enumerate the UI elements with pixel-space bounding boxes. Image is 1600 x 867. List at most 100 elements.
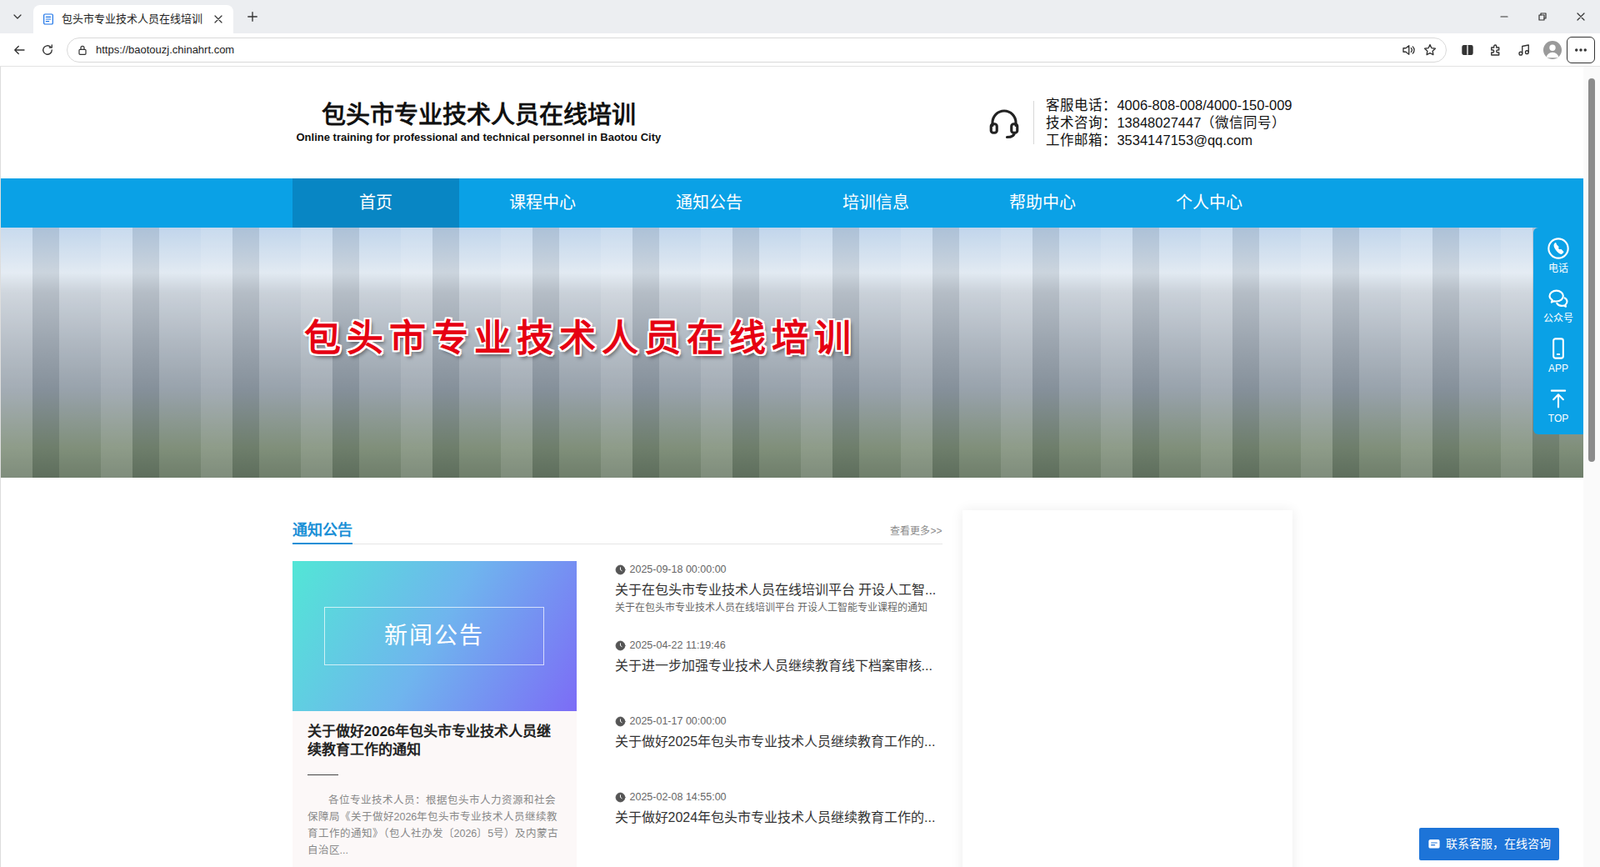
banner-caption: 包头市专业技术人员在线培训 bbox=[292, 227, 1293, 366]
chat-button[interactable]: 联系客服，在线咨询 bbox=[1419, 827, 1560, 860]
reload-icon bbox=[40, 42, 55, 58]
contact-divider bbox=[1033, 100, 1035, 145]
web-page: 包头市专业技术人员在线培训 Online training for profess… bbox=[0, 66, 1584, 867]
profile-button[interactable] bbox=[1538, 36, 1567, 64]
main-nav-items: 首页课程中心通知公告培训信息帮助中心个人中心 bbox=[292, 178, 1293, 228]
notices-section: 通知公告 查看更多>> 新闻公告关于做好2026年包头市专业技术人员继续教育工作的通… bbox=[292, 510, 943, 867]
back-arrow-icon bbox=[11, 42, 27, 58]
tab-title: 包头市专业技术人员在线培训 bbox=[61, 10, 205, 28]
profile-avatar-icon[interactable] bbox=[1543, 40, 1562, 60]
notice-title[interactable]: 关于做好2024年包头市专业技术人员继续教育工作的... bbox=[615, 808, 943, 827]
notice-summary: 关于在包头市专业技术人员在线培训平台 开设人工智能专业课程的通知 bbox=[615, 600, 943, 615]
clock-icon bbox=[615, 715, 626, 727]
nav-item[interactable]: 首页 bbox=[292, 178, 460, 228]
puzzle-icon bbox=[1488, 42, 1504, 58]
chevron-down-icon bbox=[10, 10, 25, 24]
site-header: 包头市专业技术人员在线培训Online training for profess… bbox=[292, 66, 1293, 179]
nav-item[interactable]: 培训信息 bbox=[792, 178, 960, 228]
main-nav: 首页课程中心通知公告培训信息帮助中心个人中心 bbox=[0, 178, 1584, 228]
side-tool[interactable]: APP bbox=[1533, 330, 1584, 381]
lock-icon[interactable] bbox=[75, 43, 90, 57]
plus-icon bbox=[245, 9, 260, 25]
extensions-button[interactable] bbox=[1481, 36, 1510, 64]
back-button[interactable] bbox=[5, 36, 34, 64]
notice-item[interactable]: 2025-01-17 00:00:00 关于做好2025年包头市专业技术人员继续教… bbox=[615, 712, 943, 789]
collections-button[interactable] bbox=[1453, 36, 1482, 64]
side-tool[interactable]: 电话 bbox=[1533, 230, 1584, 281]
notice-title[interactable]: 关于在包头市专业技术人员在线培训平台 开设人工智... bbox=[615, 580, 943, 600]
section-header: 通知公告 查看更多>> bbox=[292, 518, 943, 545]
split-screen-icon bbox=[1460, 42, 1475, 58]
featured-image-label: 新闻公告 bbox=[324, 606, 545, 665]
side-tool-label: 电话 bbox=[1548, 261, 1569, 275]
page-icon bbox=[41, 12, 55, 26]
contact-line: 技术咨询：13848027447（微信同号） bbox=[1045, 114, 1292, 132]
read-aloud-icon[interactable] bbox=[1400, 42, 1416, 58]
reload-button[interactable] bbox=[33, 36, 62, 64]
side-tool[interactable]: 公众号 bbox=[1533, 280, 1584, 331]
featured-rule bbox=[307, 774, 339, 775]
notice-list: 2025-09-18 00:00:00 关于在包头市专业技术人员在线培训平台 开设… bbox=[615, 560, 943, 867]
featured-title[interactable]: 关于做好2026年包头市专业技术人员继续教育工作的通知 bbox=[307, 722, 562, 760]
chat-icon bbox=[1427, 837, 1441, 851]
featured-image: 新闻公告 bbox=[292, 560, 577, 711]
side-toolbar: 电话公众号 APP TOP bbox=[1533, 227, 1584, 435]
side-tool-label: TOP bbox=[1548, 411, 1569, 425]
nav-item[interactable]: 课程中心 bbox=[459, 178, 626, 228]
top-icon bbox=[1546, 386, 1570, 410]
nav-item[interactable]: 个人中心 bbox=[1125, 178, 1293, 228]
notices-body: 新闻公告关于做好2026年包头市专业技术人员继续教育工作的通知各位专业技术人员：… bbox=[292, 560, 943, 867]
minimize-button[interactable] bbox=[1485, 0, 1524, 34]
city-banner: 包头市专业技术人员在线培训 bbox=[0, 227, 1584, 478]
side-tool[interactable]: TOP bbox=[1533, 380, 1584, 431]
contact-line: 客服电话：4006-808-008/4000-150-009 bbox=[1045, 96, 1292, 115]
tab-list-button[interactable] bbox=[5, 4, 30, 30]
contact-info: 客服电话：4006-808-008/4000-150-009技术咨询：13848… bbox=[986, 96, 1292, 150]
notice-item[interactable]: 2025-09-18 00:00:00 关于在包头市专业技术人员在线培训平台 开设… bbox=[615, 560, 943, 637]
browser-tab[interactable]: 包头市专业技术人员在线培训 bbox=[33, 5, 234, 34]
clock-icon bbox=[615, 640, 626, 651]
restore-icon bbox=[1535, 10, 1550, 24]
url-text[interactable]: https://baotouzj.chinahrt.com bbox=[95, 41, 235, 59]
side-tool-label: 公众号 bbox=[1543, 311, 1574, 325]
scrollbar-thumb[interactable] bbox=[1588, 78, 1595, 462]
app-icon bbox=[1546, 336, 1570, 360]
browser-viewport: 包头市专业技术人员在线培训 Online training for profess… bbox=[0, 66, 1600, 867]
featured-excerpt: 各位专业技术人员：根据包头市人力资源和社会保障局《关于做好2026年包头市专业技… bbox=[307, 791, 562, 859]
scrollbar[interactable] bbox=[1583, 66, 1600, 867]
clock-icon bbox=[615, 564, 626, 575]
featured-body: 关于做好2026年包头市专业技术人员继续教育工作的通知各位专业技术人员：根据包头… bbox=[292, 710, 577, 867]
nav-item[interactable]: 通知公告 bbox=[625, 178, 793, 228]
featured-notice[interactable]: 新闻公告关于做好2026年包头市专业技术人员继续教育工作的通知各位专业技术人员：… bbox=[292, 560, 577, 867]
wechat-icon bbox=[1546, 286, 1570, 310]
settings-more-button[interactable] bbox=[1566, 36, 1595, 64]
notice-title[interactable]: 关于做好2025年包头市专业技术人员继续教育工作的... bbox=[615, 732, 943, 751]
notice-title[interactable]: 关于进一步加强专业技术人员继续教育线下档案审核... bbox=[615, 656, 943, 675]
phone-icon bbox=[1546, 236, 1570, 260]
close-tab-icon[interactable] bbox=[211, 12, 225, 26]
new-tab-button[interactable] bbox=[240, 4, 265, 30]
notice-item[interactable]: 2025-04-22 11:19:46 关于进一步加强专业技术人员继续教育线下档案… bbox=[615, 636, 943, 713]
favorite-star-icon[interactable] bbox=[1422, 42, 1438, 58]
media-button[interactable] bbox=[1510, 36, 1539, 64]
more-link[interactable]: 查看更多>> bbox=[890, 523, 942, 544]
notice-item[interactable]: 2025-02-08 14:55:00 关于做好2024年包头市专业技术人员继续教… bbox=[615, 788, 943, 865]
close-window-button[interactable] bbox=[1561, 0, 1600, 34]
notice-date: 2025-09-18 00:00:00 bbox=[615, 562, 943, 576]
address-bar[interactable]: https://baotouzj.chinahrt.com bbox=[66, 37, 1447, 63]
section-title: 通知公告 bbox=[292, 520, 353, 545]
notice-time: 2025-01-17 00:00:00 bbox=[630, 714, 727, 728]
site-subtitle: Online training for professional and tec… bbox=[296, 130, 662, 145]
more-dots-icon bbox=[1573, 42, 1589, 58]
nav-item[interactable]: 帮助中心 bbox=[959, 178, 1126, 228]
notice-date: 2025-04-22 11:19:46 bbox=[615, 638, 943, 652]
clock-icon bbox=[615, 791, 626, 803]
chat-label: 联系客服，在线咨询 bbox=[1445, 835, 1551, 853]
notice-date: 2025-01-17 00:00:00 bbox=[615, 714, 943, 728]
site-logo[interactable]: 包头市专业技术人员在线培训Online training for profess… bbox=[296, 100, 662, 145]
notice-time: 2025-02-08 14:55:00 bbox=[630, 790, 727, 804]
close-icon bbox=[1574, 10, 1588, 24]
headset-icon bbox=[986, 105, 1022, 140]
content-area: 通知公告 查看更多>> 新闻公告关于做好2026年包头市专业技术人员继续教育工作的通… bbox=[292, 510, 1293, 867]
restore-button[interactable] bbox=[1523, 0, 1562, 34]
